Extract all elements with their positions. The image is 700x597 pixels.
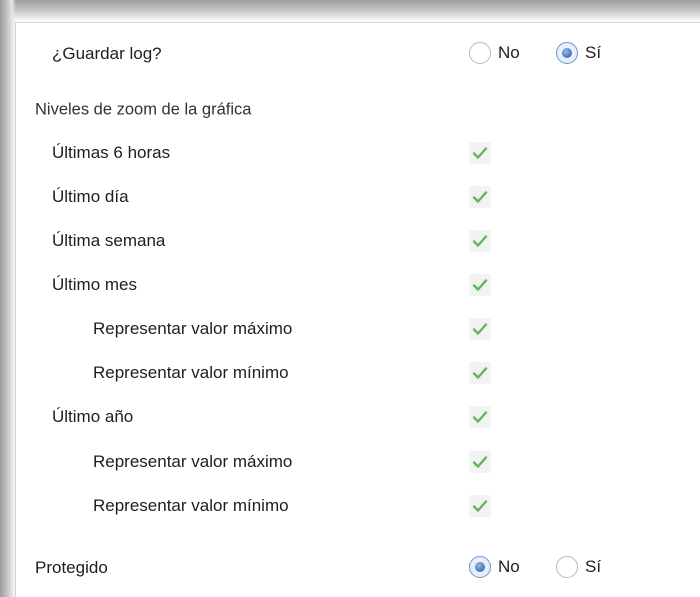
zoom-item-label-last-week: Última semana	[52, 231, 166, 250]
zoom-item-label-last-year: Último año	[52, 407, 134, 426]
check-icon	[472, 279, 488, 291]
zoom-item-row: Último mes	[16, 265, 700, 305]
zoom-item-row: Representar valor máximo	[16, 442, 700, 482]
check-icon	[472, 367, 488, 379]
check-icon	[472, 411, 488, 423]
checkbox-last-day[interactable]	[469, 186, 491, 208]
protected-option-no-label: No	[498, 557, 520, 576]
checkbox-year-max[interactable]	[469, 451, 491, 473]
save-log-row: ¿Guardar log? No Sí	[16, 34, 700, 74]
protected-row: Protegido No Sí	[16, 548, 700, 588]
save-log-label: ¿Guardar log?	[52, 44, 162, 63]
protected-label: Protegido	[35, 558, 108, 577]
checkbox-last-6-hours[interactable]	[469, 142, 491, 164]
save-log-option-no-label: No	[498, 43, 520, 62]
zoom-item-label-year-max: Representar valor máximo	[93, 452, 293, 471]
protected-option-yes-label: Sí	[585, 557, 602, 576]
zoom-item-label-month-max: Representar valor máximo	[93, 319, 293, 338]
check-icon	[472, 191, 488, 203]
check-icon	[472, 456, 488, 468]
check-icon	[472, 147, 488, 159]
zoom-item-row: Último día	[16, 177, 700, 217]
save-log-option-yes-label: Sí	[585, 43, 602, 62]
check-icon	[472, 323, 488, 335]
zoom-item-label-last-6-hours: Últimas 6 horas	[52, 143, 171, 162]
zoom-item-label-year-min: Representar valor mínimo	[93, 496, 289, 515]
check-icon	[472, 500, 488, 512]
zoom-item-label-last-day: Último día	[52, 187, 129, 206]
zoom-item-row: Representar valor mínimo	[16, 486, 700, 526]
checkbox-month-max[interactable]	[469, 318, 491, 340]
settings-panel: ¿Guardar log? No Sí Niveles de zoom de l…	[15, 22, 700, 597]
zoom-section-title: Niveles de zoom de la gráfica	[35, 100, 252, 119]
checkbox-last-month[interactable]	[469, 274, 491, 296]
zoom-item-row: Últimas 6 horas	[16, 133, 700, 173]
zoom-item-row: Último año	[16, 397, 700, 437]
radio-selected-icon	[469, 556, 491, 578]
checkbox-last-year[interactable]	[469, 406, 491, 428]
radio-empty-icon	[469, 42, 491, 64]
checkbox-last-week[interactable]	[469, 230, 491, 252]
zoom-item-label-month-min: Representar valor mínimo	[93, 363, 289, 382]
window-shadow-left	[0, 0, 16, 597]
radio-selected-icon	[556, 42, 578, 64]
window-shadow-top	[0, 0, 700, 22]
zoom-item-row: Última semana	[16, 221, 700, 261]
zoom-item-row: Representar valor mínimo	[16, 353, 700, 393]
checkbox-year-min[interactable]	[469, 495, 491, 517]
radio-empty-icon	[556, 556, 578, 578]
zoom-section-header: Niveles de zoom de la gráfica	[16, 90, 700, 130]
zoom-item-row: Representar valor máximo	[16, 309, 700, 349]
zoom-item-label-last-month: Último mes	[52, 275, 138, 294]
checkbox-month-min[interactable]	[469, 362, 491, 384]
check-icon	[472, 235, 488, 247]
